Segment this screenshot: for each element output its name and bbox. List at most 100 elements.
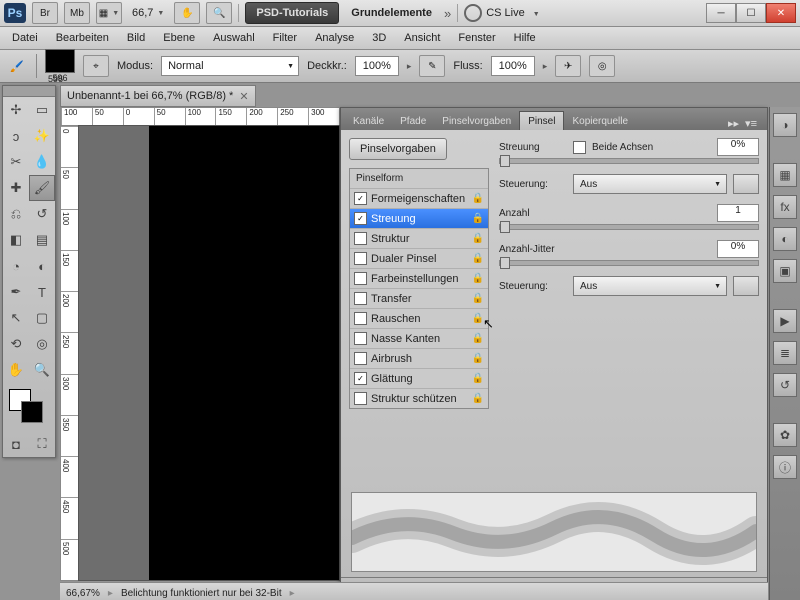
- close-icon[interactable]: ✕: [239, 90, 248, 103]
- checkbox-icon[interactable]: [354, 232, 367, 245]
- 3d-camera-tool[interactable]: ◎: [29, 331, 55, 357]
- lock-icon[interactable]: 🔒: [472, 333, 484, 344]
- lock-icon[interactable]: 🔒: [472, 293, 484, 304]
- lock-icon[interactable]: 🔒: [472, 273, 484, 284]
- menu-3d[interactable]: 3D: [364, 30, 394, 46]
- prop-struktur-schuetzen[interactable]: Struktur schützen🔒: [350, 388, 488, 408]
- screenmode-button[interactable]: ⛶: [29, 431, 55, 457]
- 3d-rotate-tool[interactable]: ⟲: [3, 331, 29, 357]
- checkbox-icon[interactable]: [354, 252, 367, 265]
- menu-bearbeiten[interactable]: Bearbeiten: [48, 30, 117, 46]
- menu-fenster[interactable]: Fenster: [450, 30, 503, 46]
- history-panel-icon[interactable]: ↺: [773, 373, 797, 397]
- minimize-button[interactable]: ─: [706, 3, 736, 23]
- prop-transfer[interactable]: Transfer🔒: [350, 288, 488, 308]
- workspace-grundelemente[interactable]: Grundelemente: [345, 7, 438, 19]
- checkbox-icon[interactable]: [354, 352, 367, 365]
- panel-menu-icon[interactable]: ▾≡: [739, 117, 763, 130]
- checkbox-icon[interactable]: [354, 332, 367, 345]
- stamp-tool[interactable]: ⎌: [3, 201, 29, 227]
- tab-pinsel[interactable]: Pinsel: [519, 111, 564, 130]
- anzahl-slider[interactable]: [499, 224, 759, 230]
- eyedropper-tool[interactable]: 💧: [29, 149, 55, 175]
- menu-bild[interactable]: Bild: [119, 30, 153, 46]
- lasso-tool[interactable]: ɔ: [3, 123, 29, 149]
- minibridge-button[interactable]: Mb: [64, 2, 90, 24]
- prop-airbrush[interactable]: Airbrush🔒: [350, 348, 488, 368]
- current-tool-icon[interactable]: 🖌️: [6, 55, 28, 77]
- tab-kopierquelle[interactable]: Kopierquelle: [564, 112, 636, 130]
- panel-collapse-icon[interactable]: ▸▸: [728, 117, 739, 130]
- shape-tool[interactable]: ▢: [29, 305, 55, 331]
- prop-formeigenschaften[interactable]: ✓Formeigenschaften🔒: [350, 188, 488, 208]
- pinselvorgaben-button[interactable]: Pinselvorgaben: [349, 138, 447, 160]
- workspace-more-icon[interactable]: »: [444, 6, 451, 21]
- steuerung2-dropdown[interactable]: Aus: [573, 276, 727, 296]
- path-select-tool[interactable]: ↖: [3, 305, 29, 331]
- checkbox-icon[interactable]: [354, 292, 367, 305]
- zoom-level-dropdown[interactable]: 66,7: [128, 4, 168, 22]
- tab-pinselvorgaben[interactable]: Pinselvorgaben: [434, 112, 519, 130]
- arrange-documents-button[interactable]: ▦: [96, 2, 122, 24]
- brush-tool[interactable]: 🖌: [29, 175, 55, 201]
- lock-icon[interactable]: 🔒: [472, 233, 484, 244]
- checkbox-icon[interactable]: [354, 392, 367, 405]
- tablet-size-button[interactable]: ◎: [589, 55, 615, 77]
- layers-panel-icon[interactable]: ≣: [773, 341, 797, 365]
- close-button[interactable]: ✕: [766, 3, 796, 23]
- text-panel-icon[interactable]: ✿: [773, 423, 797, 447]
- deckkraft-input[interactable]: 100%: [355, 56, 399, 76]
- color-swatches[interactable]: [7, 387, 51, 427]
- beide-achsen-checkbox[interactable]: [573, 141, 586, 154]
- menu-ebene[interactable]: Ebene: [155, 30, 203, 46]
- chevron-right-icon[interactable]: ▸: [543, 61, 548, 72]
- checkbox-icon[interactable]: [354, 312, 367, 325]
- cs-live-button[interactable]: CS Live: [464, 4, 539, 22]
- fluss-input[interactable]: 100%: [491, 56, 535, 76]
- brush-preset-picker[interactable]: [45, 49, 75, 73]
- checkbox-icon[interactable]: ✓: [354, 192, 367, 205]
- hand-tool-button[interactable]: ✋: [174, 2, 200, 24]
- type-tool[interactable]: T: [29, 279, 55, 305]
- anzahl-input[interactable]: 1: [717, 204, 759, 222]
- prop-dualer-pinsel[interactable]: Dualer Pinsel🔒: [350, 248, 488, 268]
- wand-tool[interactable]: ✨: [29, 123, 55, 149]
- prop-nasse-kanten[interactable]: Nasse Kanten🔒: [350, 328, 488, 348]
- menu-auswahl[interactable]: Auswahl: [205, 30, 263, 46]
- prop-struktur[interactable]: Struktur🔒: [350, 228, 488, 248]
- slider-handle[interactable]: [500, 155, 510, 167]
- info-panel-icon[interactable]: ⓘ: [773, 455, 797, 479]
- slider-handle[interactable]: [500, 257, 510, 269]
- bridge-button[interactable]: Br: [32, 2, 58, 24]
- lock-icon[interactable]: 🔒: [472, 213, 484, 224]
- prop-glaettung[interactable]: ✓Glättung🔒: [350, 368, 488, 388]
- crop-tool[interactable]: ✂: [3, 149, 29, 175]
- steuerung2-aux-button[interactable]: [733, 276, 759, 296]
- pen-tool[interactable]: ✒: [3, 279, 29, 305]
- lock-icon[interactable]: 🔒: [472, 373, 484, 384]
- swatches-panel-icon[interactable]: ▦: [773, 163, 797, 187]
- tab-pfade[interactable]: Pfade: [392, 112, 434, 130]
- steuerung-aux-button[interactable]: [733, 174, 759, 194]
- tablet-opacity-button[interactable]: ✎: [419, 55, 445, 77]
- dodge-tool[interactable]: ◐: [29, 253, 55, 279]
- move-tool[interactable]: ✢: [3, 97, 29, 123]
- hand-tool[interactable]: ✋: [3, 357, 29, 383]
- eraser-tool[interactable]: ◧: [3, 227, 29, 253]
- menu-hilfe[interactable]: Hilfe: [506, 30, 544, 46]
- zoom-tool[interactable]: 🔍: [29, 357, 55, 383]
- history-brush-tool[interactable]: ↺: [29, 201, 55, 227]
- quickmask-button[interactable]: ◘: [3, 431, 29, 457]
- menu-datei[interactable]: Datei: [4, 30, 46, 46]
- masks-panel-icon[interactable]: ▣: [773, 259, 797, 283]
- airbrush-button[interactable]: ✈: [555, 55, 581, 77]
- lock-icon[interactable]: 🔒: [472, 353, 484, 364]
- anzahl-jitter-slider[interactable]: [499, 260, 759, 266]
- prop-rauschen[interactable]: Rauschen🔒: [350, 308, 488, 328]
- lock-icon[interactable]: 🔒: [472, 393, 484, 404]
- canvas[interactable]: [78, 125, 340, 581]
- toolbox-grip[interactable]: [3, 86, 55, 97]
- color-panel-icon[interactable]: ◑: [773, 113, 797, 137]
- lock-icon[interactable]: 🔒: [472, 193, 484, 204]
- streuung-slider[interactable]: [499, 158, 759, 164]
